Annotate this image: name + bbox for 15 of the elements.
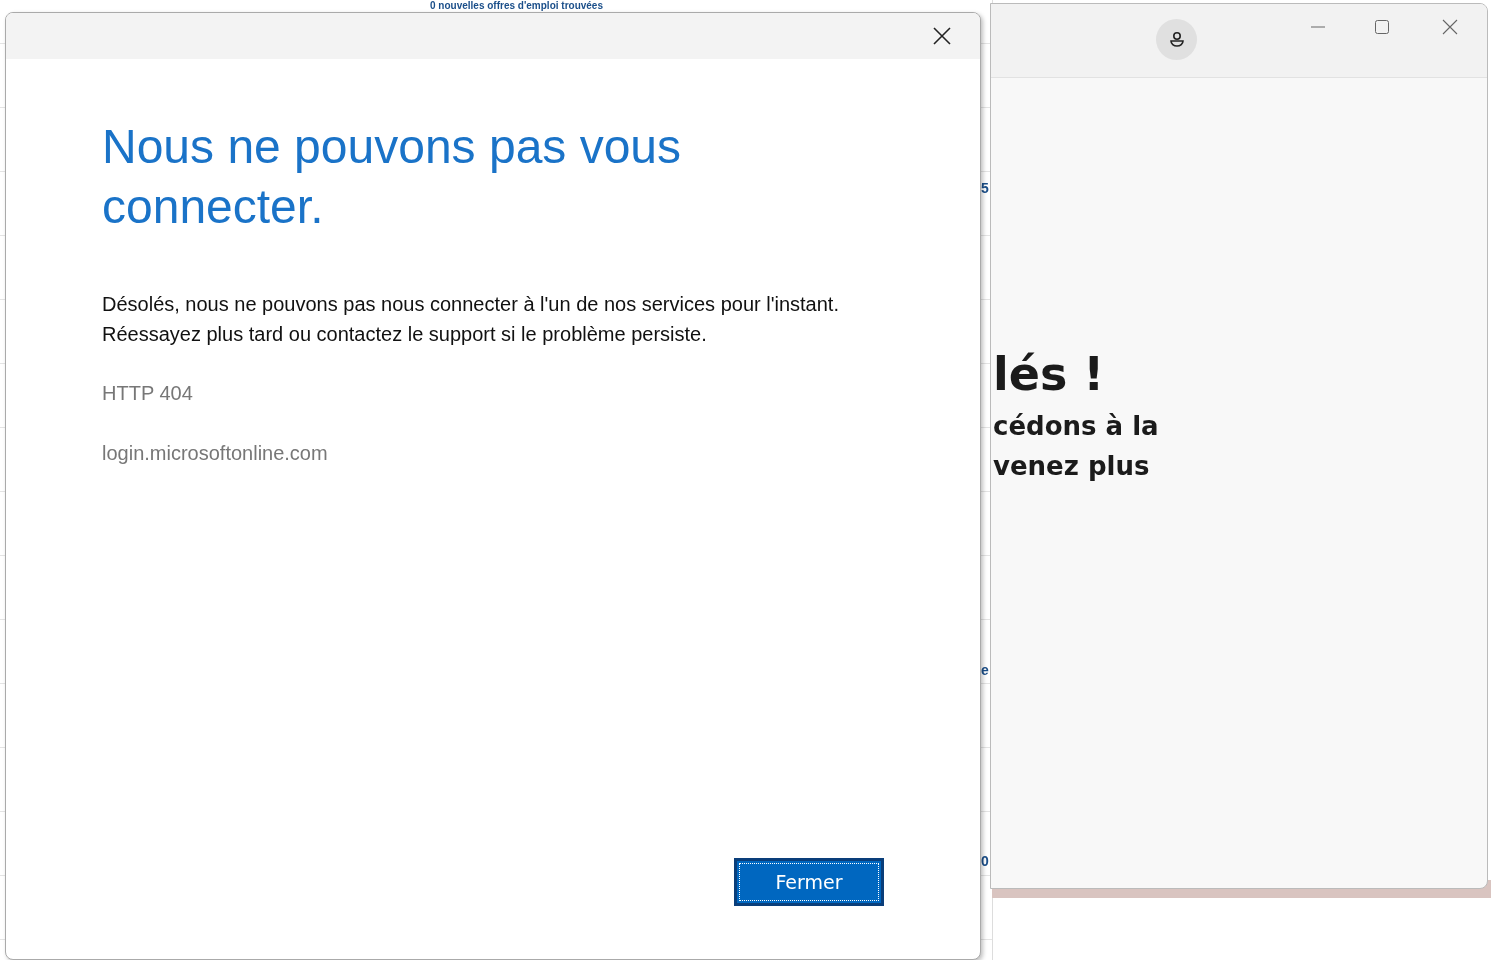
row-text: e xyxy=(981,662,989,678)
host-name: login.microsoftonline.com xyxy=(102,441,329,466)
app-message-line: cédons à la xyxy=(993,410,1159,443)
account-icon[interactable] xyxy=(1156,19,1197,60)
close-dialog-button[interactable]: Fermer xyxy=(734,858,884,906)
app-message-line: venez plus xyxy=(993,450,1150,483)
app-heading: lés ! xyxy=(993,346,1105,402)
results-heading: 0 nouvelles offres d'emploi trouvées xyxy=(430,0,603,11)
row-text: 5 xyxy=(981,180,989,196)
close-icon[interactable] xyxy=(1441,18,1459,36)
maximize-icon[interactable] xyxy=(1373,18,1391,36)
dialog-title: Nous ne pouvons pas vous connecter. xyxy=(102,119,683,235)
error-code: HTTP 404 xyxy=(102,381,194,406)
row-text: 0 xyxy=(981,853,989,869)
error-message: Désolés, nous ne pouvons pas nous connecter à l'un de nos services pour l'instant. Réessayez plus tard ou contactez le support si le problème persiste. xyxy=(102,292,840,347)
